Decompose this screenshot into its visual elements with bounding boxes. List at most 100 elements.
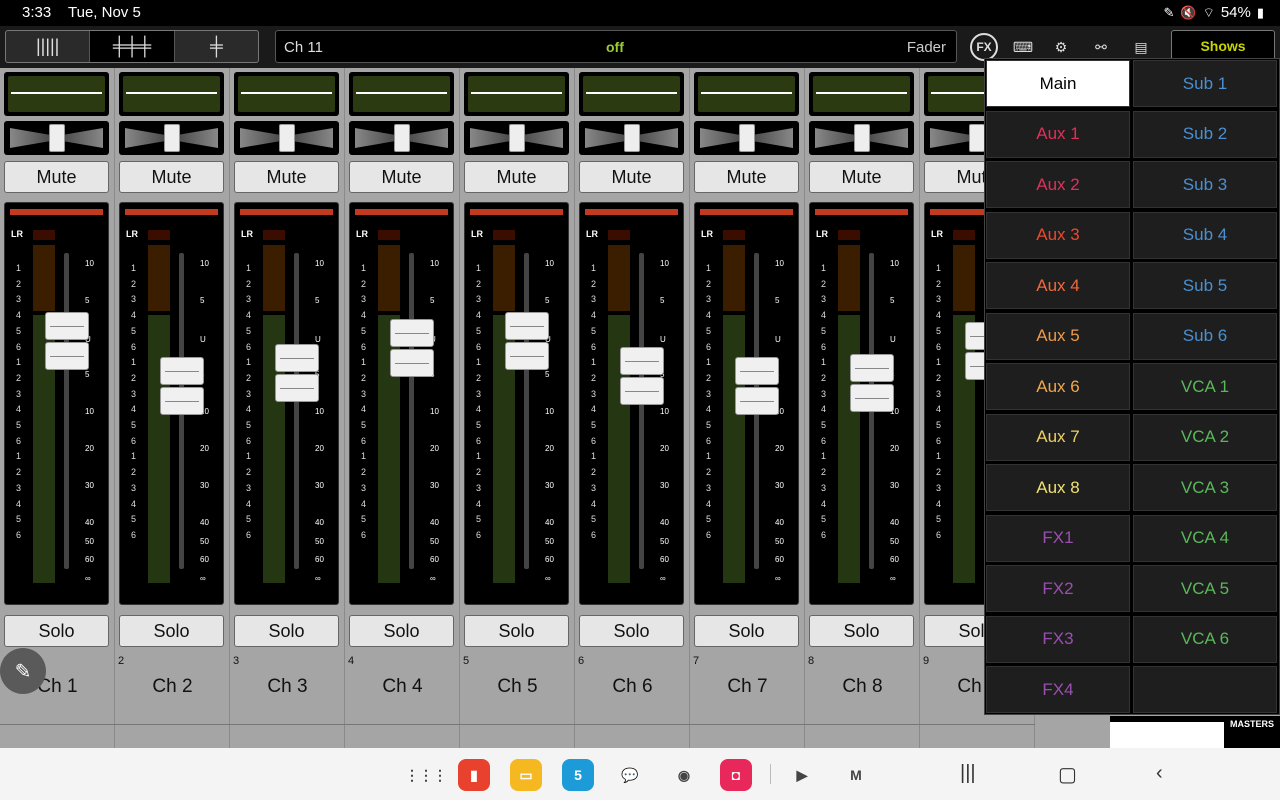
pan-knob[interactable] [969, 124, 985, 152]
fader-cap[interactable] [45, 312, 89, 371]
fader-cap[interactable] [160, 356, 204, 415]
bus-sub-4-button[interactable]: Sub 4 [1133, 211, 1277, 259]
app-red-icon[interactable]: ▮ [458, 759, 490, 791]
mute-button[interactable]: Mute [4, 161, 109, 193]
mute-button[interactable]: Mute [464, 161, 569, 193]
eq-display[interactable] [119, 72, 224, 116]
mute-button[interactable]: Mute [809, 161, 914, 193]
bus-vca-3-button[interactable]: VCA 3 [1133, 464, 1277, 511]
pan-knob[interactable] [394, 124, 410, 152]
bus-main-button[interactable]: Main [986, 60, 1130, 107]
keyboard-icon[interactable]: ⌨ [1008, 33, 1038, 61]
eq-display[interactable] [579, 72, 684, 116]
bus-vca-2-button[interactable]: VCA 2 [1133, 413, 1277, 461]
mute-button[interactable]: Mute [579, 161, 684, 193]
fader-cap[interactable] [275, 344, 319, 403]
bus-aux-7-button[interactable]: Aux 7 [986, 413, 1130, 461]
solo-button[interactable]: Solo [579, 615, 684, 647]
pan-slider[interactable] [809, 121, 914, 155]
pan-slider[interactable] [694, 121, 799, 155]
fader-cap[interactable] [850, 353, 894, 412]
bus-vca-1-button[interactable]: VCA 1 [1133, 363, 1277, 410]
bus-aux-8-button[interactable]: Aux 8 [986, 464, 1130, 511]
back-icon[interactable]: ‹ [1156, 762, 1163, 785]
play-store-icon[interactable]: ▶ [786, 759, 818, 791]
bus-sub-5-button[interactable]: Sub 5 [1133, 262, 1277, 309]
calendar-app-icon[interactable]: 5 [562, 759, 594, 791]
solo-button[interactable]: Solo [809, 615, 914, 647]
channel-name[interactable]: Ch 4 [345, 676, 460, 698]
pan-knob[interactable] [164, 124, 180, 152]
solo-button[interactable]: Solo [119, 615, 224, 647]
pan-knob[interactable] [854, 124, 870, 152]
bus-sub-2-button[interactable]: Sub 2 [1133, 110, 1277, 158]
fader-area[interactable]: LR 123456123456123456 105U5102030405060∞ [694, 202, 799, 605]
pan-knob[interactable] [279, 124, 295, 152]
view-single-button[interactable]: ╪ [175, 31, 258, 62]
eq-display[interactable] [234, 72, 339, 116]
bus-aux-3-button[interactable]: Aux 3 [986, 211, 1130, 259]
edit-pencil-icon[interactable]: ✎ [0, 648, 46, 694]
bus-sub-1-button[interactable]: Sub 1 [1133, 60, 1277, 107]
fader-cap[interactable] [620, 347, 664, 406]
fx-button[interactable]: FX [970, 33, 998, 61]
bus-vca-6-button[interactable]: VCA 6 [1133, 615, 1277, 663]
messages-app-icon[interactable]: 💬 [614, 759, 646, 791]
eq-display[interactable] [349, 72, 454, 116]
gear-icon[interactable]: ⚙ [1046, 33, 1076, 61]
mute-button[interactable]: Mute [694, 161, 799, 193]
solo-button[interactable]: Solo [4, 615, 109, 647]
channel-name[interactable]: Ch 5 [460, 676, 575, 698]
mute-button[interactable]: Mute [119, 161, 224, 193]
bus-vca-5-button[interactable]: VCA 5 [1133, 565, 1277, 612]
eq-display[interactable] [464, 72, 569, 116]
mute-button[interactable]: Mute [349, 161, 454, 193]
chrome-app-icon[interactable]: ◉ [668, 759, 700, 791]
bus-fx1-button[interactable]: FX1 [986, 514, 1130, 562]
bus-aux-1-button[interactable]: Aux 1 [986, 110, 1130, 158]
recents-icon[interactable]: ||| [960, 762, 976, 785]
view-grid-button[interactable]: ||||| [6, 31, 91, 62]
fader-cap[interactable] [505, 312, 549, 371]
bus-fx3-button[interactable]: FX3 [986, 615, 1130, 663]
bus-sub-3-button[interactable]: Sub 3 [1133, 161, 1277, 208]
routing-icon[interactable]: ⚯ [1086, 33, 1116, 61]
channel-display[interactable]: Ch 11 off Fader [275, 30, 957, 63]
pan-slider[interactable] [234, 121, 339, 155]
fader-area[interactable]: LR 123456123456123456 105U5102030405060∞ [809, 202, 914, 605]
fader-area[interactable]: LR 123456123456123456 105U5102030405060∞ [579, 202, 684, 605]
pan-slider[interactable] [464, 121, 569, 155]
home-icon[interactable]: ▢ [1058, 762, 1077, 787]
eq-display[interactable] [4, 72, 109, 116]
fader-area[interactable]: LR 123456123456123456 105U5102030405060∞ [234, 202, 339, 605]
channel-name[interactable]: Ch 2 [115, 676, 230, 698]
solo-button[interactable]: Solo [464, 615, 569, 647]
fader-area[interactable]: LR 123456123456123456 105U5102030405060∞ [119, 202, 224, 605]
bus-fx4-button[interactable]: FX4 [986, 666, 1130, 713]
solo-button[interactable]: Solo [694, 615, 799, 647]
view-faders-button[interactable]: ╪╪╪ [90, 31, 175, 62]
bus-aux-6-button[interactable]: Aux 6 [986, 363, 1130, 410]
fader-area[interactable]: LR 123456123456123456 105U5102030405060∞ [464, 202, 569, 605]
solo-button[interactable]: Solo [349, 615, 454, 647]
bus-vca-4-button[interactable]: VCA 4 [1133, 514, 1277, 562]
bus-aux-4-button[interactable]: Aux 4 [986, 262, 1130, 309]
pan-knob[interactable] [739, 124, 755, 152]
pan-knob[interactable] [624, 124, 640, 152]
solo-button[interactable]: Solo [234, 615, 339, 647]
gmail-app-icon[interactable]: M [840, 759, 872, 791]
bus-aux-5-button[interactable]: Aux 5 [986, 312, 1130, 360]
fader-area[interactable]: LR 123456123456123456 105U5102030405060∞ [349, 202, 454, 605]
pan-slider[interactable] [4, 121, 109, 155]
apps-grid-icon[interactable]: ⋮⋮⋮ [405, 759, 447, 791]
layout-icon[interactable]: ▤ [1126, 33, 1156, 61]
camera-app-icon[interactable]: ◘ [720, 759, 752, 791]
pan-slider[interactable] [349, 121, 454, 155]
channel-name[interactable]: Ch 3 [230, 676, 345, 698]
pan-slider[interactable] [119, 121, 224, 155]
fader-cap[interactable] [735, 356, 779, 415]
eq-display[interactable] [694, 72, 799, 116]
channel-name[interactable]: Ch 8 [805, 676, 920, 698]
pan-slider[interactable] [579, 121, 684, 155]
masters-strip[interactable]: MASTERS [1110, 716, 1280, 748]
